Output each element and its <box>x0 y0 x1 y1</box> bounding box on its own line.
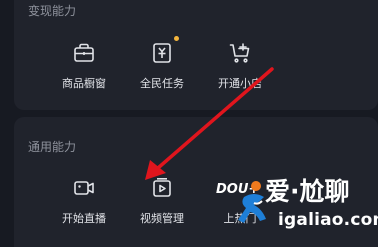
monetization-section-title: 变现能力 <box>28 4 77 18</box>
monetization-card: 变现能力 商品橱窗 全民任务 开通小店 <box>14 0 378 110</box>
watermark-url: igaliao.com <box>278 210 378 230</box>
shop-window-label: 商品橱窗 <box>62 77 106 90</box>
common-section-title: 通用能力 <box>28 140 77 154</box>
site-watermark: DOU+ 爱·尬聊 igaliao.com <box>216 175 378 243</box>
start-live-label: 开始直播 <box>62 212 106 225</box>
live-camera-icon <box>72 176 96 200</box>
shop-window-icon <box>72 41 96 65</box>
creator-tools-screen: 变现能力 商品橱窗 全民任务 开通小店 通用能力 开始直播 视频管理 DOU+ … <box>0 0 378 247</box>
video-manage-label: 视频管理 <box>140 212 184 225</box>
cart-plus-icon <box>228 41 252 65</box>
video-manage-icon <box>150 176 174 200</box>
open-store-label: 开通小店 <box>218 77 262 90</box>
task-icon <box>150 36 179 65</box>
new-badge-dot <box>174 36 179 41</box>
watermark-main-text: 爱·尬聊 <box>265 177 350 206</box>
task-label: 全民任务 <box>140 77 184 90</box>
